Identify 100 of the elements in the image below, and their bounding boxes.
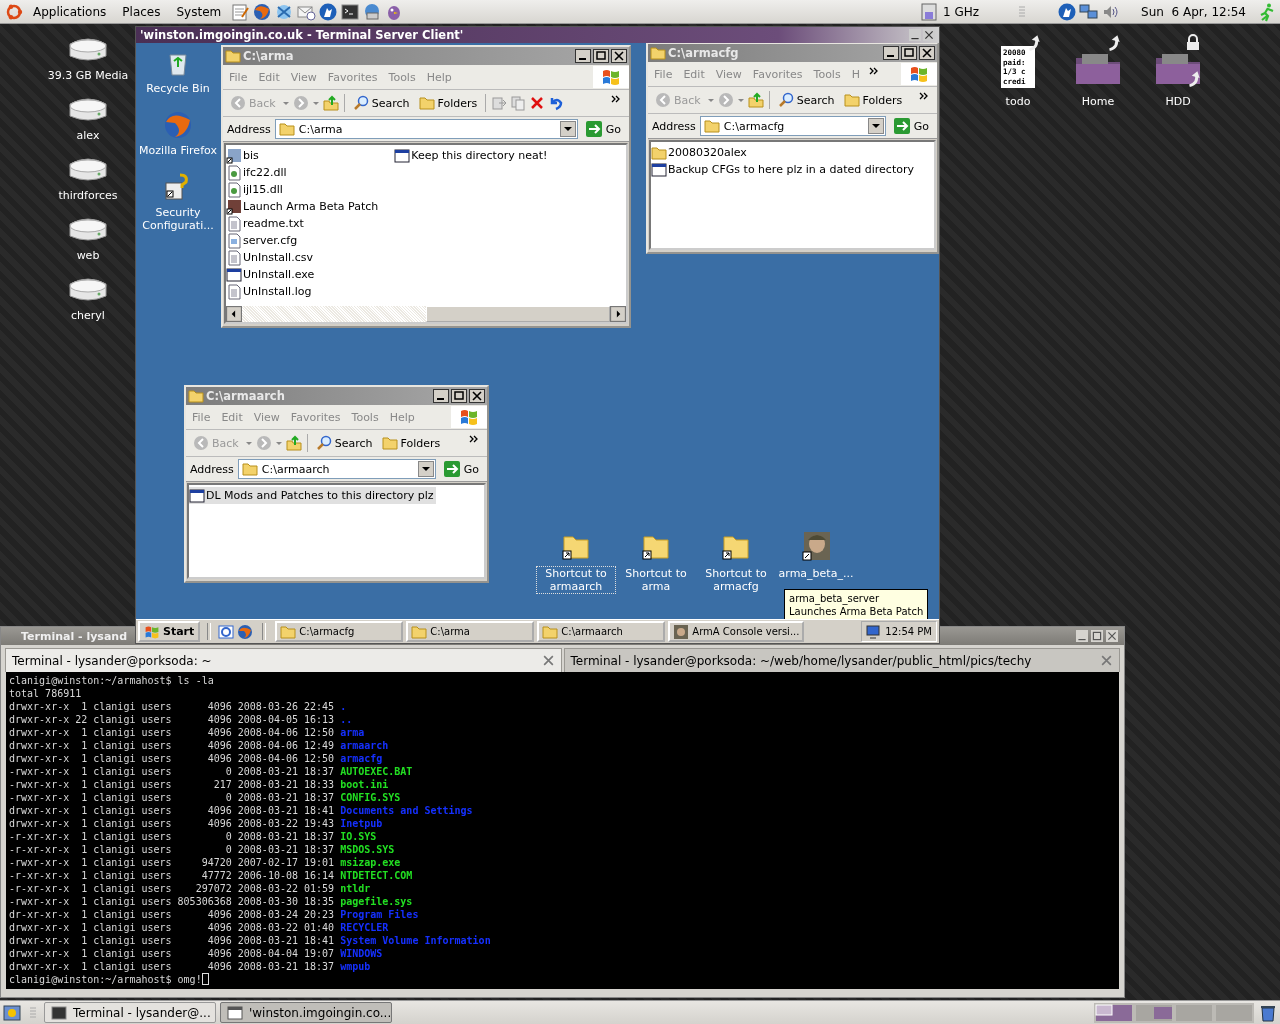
panel-menu[interactable]: System [169,2,229,21]
caret-icon[interactable] [274,439,283,447]
close-button[interactable] [469,389,485,403]
go-button[interactable]: Go [581,121,625,137]
listing-entry[interactable]: readme.txt [226,215,381,232]
folders-button[interactable]: Folders [378,434,444,452]
search-button[interactable]: Search [774,91,838,109]
listing-entry[interactable]: UnInstall.exe [226,266,381,283]
chevron-icon[interactable] [469,434,479,444]
wolf-icon[interactable] [1057,1,1078,22]
close-icon[interactable] [1106,630,1118,642]
listing-entry[interactable]: UnInstall.csv [226,249,381,266]
minimize-button[interactable] [433,389,449,403]
network-icon[interactable] [1079,1,1100,22]
browser-icon[interactable] [218,623,235,640]
folders-button[interactable]: Folders [840,91,906,109]
search-button[interactable]: Search [349,94,413,112]
shortcut-label[interactable]: arma_beta_... [776,566,856,581]
folders-button[interactable]: Folders [415,94,481,112]
horizontal-scrollbar[interactable] [226,306,626,322]
terminal-tab[interactable]: Terminal - lysander@porksoda: ~/web/home/lysander/public_html/pics/techy [563,648,1120,672]
listing-entry[interactable]: Backup CFGs to here plz in a dated directory [651,161,916,178]
scroll-thumb[interactable] [426,306,610,322]
show-desktop-icon[interactable] [2,1002,22,1023]
terminal-tab[interactable]: Terminal - lysander@porksoda: ~ [5,648,562,672]
delete-icon[interactable] [529,95,546,111]
chevron-icon[interactable] [611,94,621,104]
up-folder-icon[interactable] [322,95,339,111]
chevron-icon[interactable] [919,91,929,101]
desktop-icon-label[interactable]: Home [1081,95,1115,108]
listing-entry[interactable]: 20080320alex [651,144,916,161]
taskbar-button[interactable]: C:\armaarch [537,621,666,642]
drive-label[interactable]: cheryl [71,309,105,322]
workspace-switcher[interactable] [1094,1002,1254,1023]
address-field[interactable]: C:\arma [274,119,578,139]
listing-entry[interactable]: UnInstall.log [226,283,381,300]
close-button[interactable] [919,46,935,60]
soldier-shortcut-icon[interactable] [800,531,832,563]
dropdown-button[interactable] [417,461,434,477]
browser-icon[interactable] [252,1,273,22]
minimize-icon[interactable] [909,29,921,41]
listing-entry[interactable]: bis [226,147,381,164]
terminal-screen[interactable] [6,672,1119,989]
shortcut-label[interactable]: Shortcut to armaarch [536,566,616,594]
close-button[interactable] [611,49,627,63]
listing-entry[interactable]: ijl15.dll [226,181,381,198]
chevron-icon[interactable] [868,66,879,76]
undo-icon[interactable] [548,95,565,111]
drive-label[interactable]: thirdforces [58,189,118,202]
listing-entry[interactable]: Launch Arma Beta Patch [226,198,381,215]
dropdown-button[interactable] [867,118,884,134]
desktop-icon-label[interactable]: todo [1005,95,1031,108]
caret-icon[interactable] [736,96,745,104]
taskbar-button[interactable]: C:\armacfg [275,621,404,642]
caret-icon[interactable] [706,96,715,104]
minimize-button[interactable] [575,49,591,63]
drag-handle-icon[interactable] [1019,4,1026,19]
taskbar-button[interactable]: 'winston.imgoingin.co... [220,1002,392,1023]
caret-icon[interactable] [244,439,253,447]
drive-label[interactable]: web [76,249,100,262]
listing-entry[interactable]: DL Mods and Patches to this directory plz [189,487,436,504]
scroll-right-icon[interactable] [610,306,626,322]
clock[interactable]: Sun 6 Apr, 12:54 [1123,4,1254,19]
listing-entry[interactable]: server.cfg [226,232,381,249]
minimize-icon[interactable] [1076,630,1088,642]
maximize-icon[interactable] [1091,630,1103,642]
drag-handle-icon[interactable] [30,1005,36,1020]
shortcut-label[interactable]: Shortcut to arma [616,566,696,594]
listing-entry[interactable]: Keep this directory neat! [394,147,550,164]
listing-entry[interactable]: ifc22.dll [226,164,381,181]
search-button[interactable]: Search [312,434,376,452]
caret-icon[interactable] [281,99,290,107]
drive-label[interactable]: 39.3 GB Media [47,69,129,82]
close-icon[interactable] [923,29,935,41]
wolf-icon[interactable] [318,1,339,22]
terminal-icon[interactable] [340,1,361,22]
taskbar-button[interactable]: ArmA Console versi... [668,621,805,642]
maximize-button[interactable] [593,49,609,63]
shortcut-label[interactable]: Shortcut to armacfg [696,566,776,594]
notepad-icon[interactable] [230,1,251,22]
dropdown-button[interactable] [559,121,576,137]
address-field[interactable]: C:\armacfg [699,116,886,136]
desktop-icon-label[interactable]: Mozilla Firefox [139,144,217,157]
caret-icon[interactable] [311,99,320,107]
desktop-icon-label[interactable]: Recycle Bin [146,82,210,95]
minimize-button[interactable] [883,46,899,60]
address-field[interactable]: C:\armaarch [237,459,436,479]
start-button[interactable]: Start [138,621,201,642]
taskbar-button[interactable]: C:\arma [406,621,535,642]
go-button[interactable]: Go [439,461,483,477]
maximize-button[interactable] [901,46,917,60]
taskbar-button[interactable]: Terminal - lysander@... [44,1002,216,1023]
maximize-button[interactable] [451,389,467,403]
up-folder-icon[interactable] [285,435,302,451]
drive-label[interactable]: alex [76,129,100,142]
browser-icon[interactable] [237,623,254,640]
panel-menu[interactable]: Applications [26,2,114,21]
go-button[interactable]: Go [889,118,933,134]
scroll-left-icon[interactable] [226,306,242,322]
desktop-icon-label[interactable]: Security Configurati... [136,206,220,232]
